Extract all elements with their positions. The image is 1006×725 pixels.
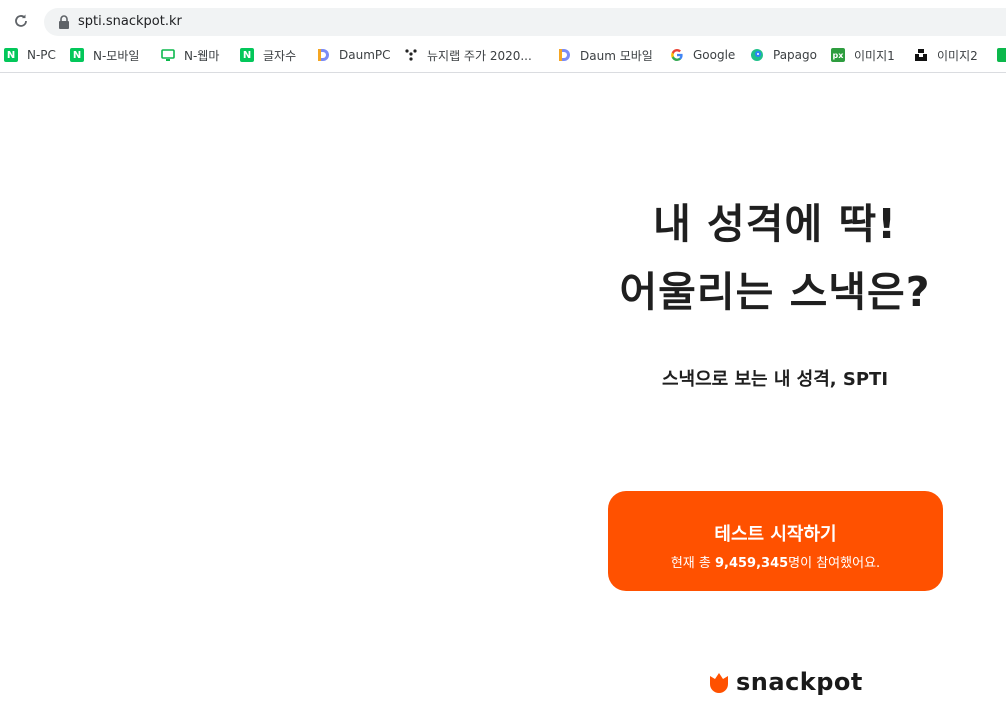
bookmark-image2[interactable]: 이미지2 — [914, 46, 978, 64]
title-line-2: 어울리는 스낵은? — [619, 268, 931, 316]
count-suffix: 명이 참여했어요. — [788, 556, 881, 571]
bookmark-label: Daum 모바일 — [580, 48, 653, 63]
bookmark-label: Google — [693, 48, 736, 62]
count-value: 9,459,345 — [714, 556, 789, 571]
papago-icon — [750, 48, 764, 62]
participant-count: 현재 총 9,459,345명이 참여했어요. — [608, 552, 943, 571]
page-subtitle: 스낵으로 보는 내 성격, SPTI — [661, 369, 889, 390]
reload-button[interactable] — [10, 10, 32, 32]
title-line-1: 내 성격에 딱! — [653, 200, 897, 248]
bookmark-label: 이미지2 — [937, 48, 978, 63]
snackpot-logo-text: snackpot — [736, 668, 863, 696]
start-test-button[interactable]: 테스트 시작하기 현재 총 9,459,345명이 참여했어요. — [608, 491, 943, 591]
bookmark-label: 글자수 — [263, 48, 297, 63]
bookmark-newgenlab[interactable]: 뉴지랩 주가 2020... — [404, 46, 532, 64]
bookmark-n-pc[interactable]: N N-PC — [4, 46, 56, 64]
px-icon: px — [831, 48, 845, 62]
bookmark-label: Papago — [773, 48, 817, 62]
google-icon — [670, 48, 684, 62]
bookmark-label: 뉴지랩 주가 2020... — [427, 48, 532, 63]
bookmark-papago[interactable]: Papago — [750, 46, 817, 64]
bookmark-label: N-모바일 — [93, 48, 140, 63]
bookmark-overflow[interactable] — [997, 46, 1006, 64]
naver-icon: N — [70, 48, 84, 62]
bookmark-label: DaumPC — [339, 48, 391, 62]
count-prefix: 현재 총 — [670, 556, 715, 571]
start-test-label: 테스트 시작하기 — [714, 524, 837, 545]
daum-icon — [557, 48, 571, 62]
bookmark-daum-pc[interactable]: DaumPC — [316, 46, 391, 64]
address-bar[interactable]: spti.snackpot.kr — [44, 8, 1006, 36]
bookmark-label: N-PC — [27, 48, 56, 62]
bookmark-google[interactable]: Google — [670, 46, 735, 64]
page-title: 내 성격에 딱! 어울리는 스낵은? — [595, 190, 955, 326]
lock-icon — [59, 15, 69, 29]
reload-icon — [15, 14, 27, 27]
bookmark-n-mobile[interactable]: N N-모바일 — [70, 46, 139, 64]
url-text: spti.snackpot.kr — [78, 14, 182, 29]
monitor-icon — [161, 48, 175, 62]
bookmark-label: N-웹마 — [184, 48, 220, 63]
snackpot-logo: snackpot — [708, 664, 863, 700]
bookmark-label: 이미지1 — [854, 48, 895, 63]
naver-icon: N — [240, 48, 254, 62]
bookmarks-bar: N N-PC N N-모바일 N-웹마 N 글자수 DaumPC 뉴지랩 주가 … — [0, 42, 1006, 66]
naver-icon: N — [4, 48, 18, 62]
unsplash-icon — [914, 48, 928, 62]
bookmark-char-count[interactable]: N 글자수 — [240, 46, 296, 64]
bookmark-n-webmaster[interactable]: N-웹마 — [161, 46, 219, 64]
daum-icon — [316, 48, 330, 62]
bookmark-image1[interactable]: px 이미지1 — [831, 46, 895, 64]
snackpot-logo-icon — [710, 673, 728, 693]
dots-icon — [404, 48, 418, 62]
bookmark-daum-mobile[interactable]: Daum 모바일 — [557, 46, 653, 64]
green-bookmark-icon — [997, 48, 1006, 62]
browser-chrome: spti.snackpot.kr N N-PC N N-모바일 N-웹마 N 글… — [0, 0, 1006, 73]
